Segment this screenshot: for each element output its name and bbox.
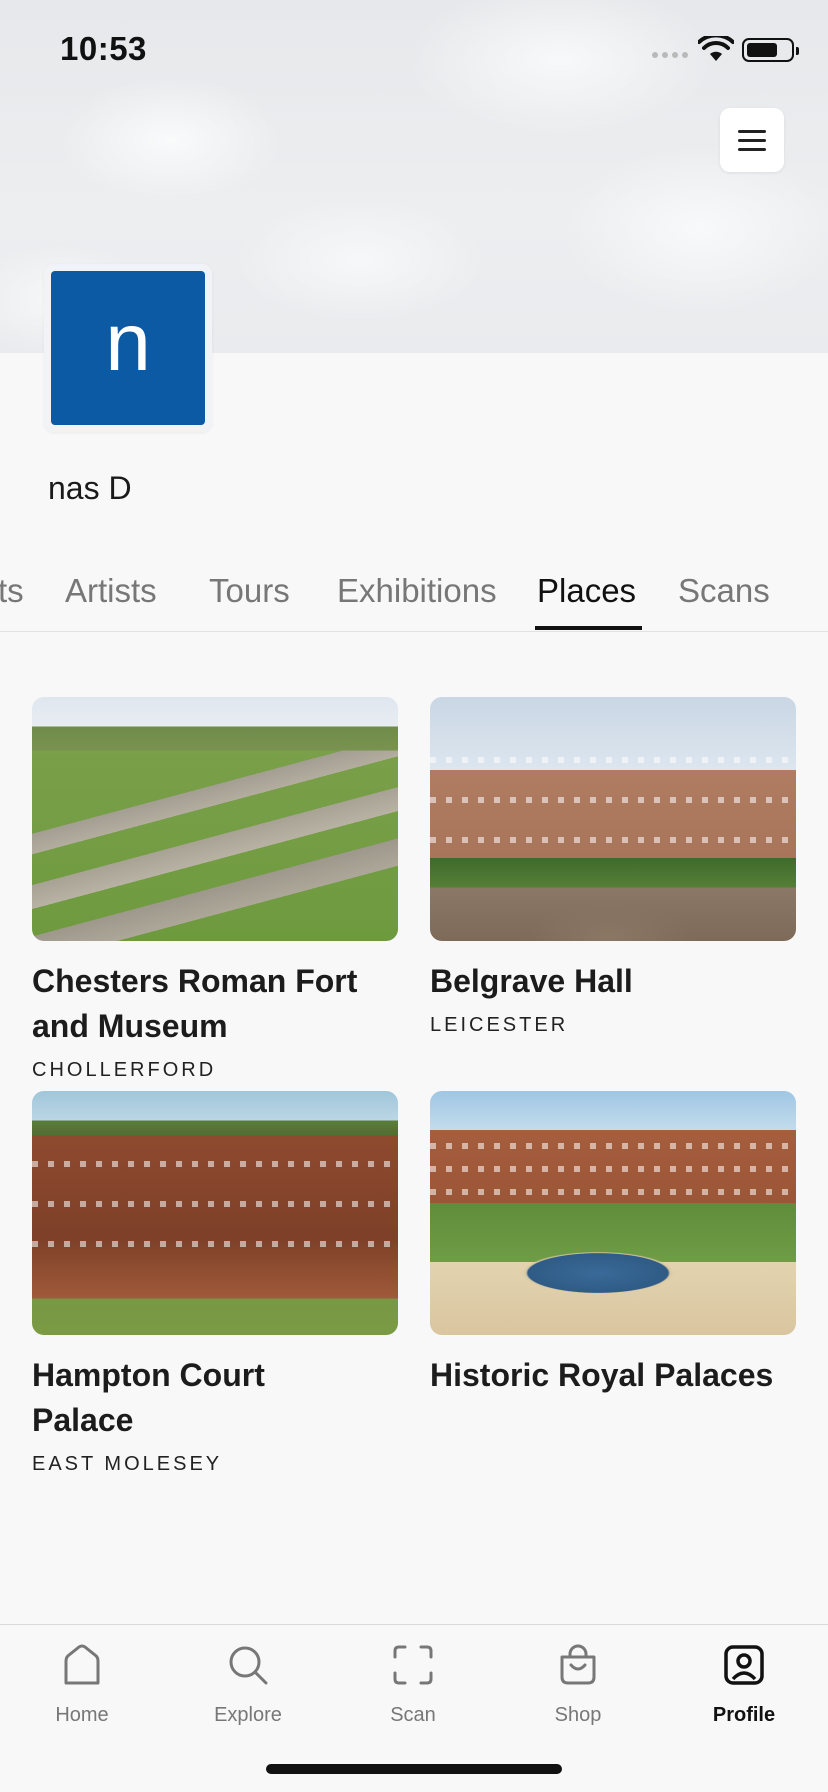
place-location: EAST MOLESEY: [32, 1453, 223, 1475]
nav-profile[interactable]: Profile: [684, 1643, 804, 1727]
status-bar: 10:53: [0, 0, 828, 100]
tab-artists[interactable]: Artists: [65, 572, 157, 610]
tab-exhibitions[interactable]: Exhibitions: [337, 572, 497, 610]
nav-scan[interactable]: Scan: [353, 1643, 473, 1727]
tab-places[interactable]: Places: [537, 572, 636, 610]
place-title: Chesters Roman Fort and Museum: [32, 963, 358, 1044]
nav-shop[interactable]: Shop: [518, 1643, 638, 1727]
wifi-icon: [698, 36, 734, 61]
place-title: Belgrave Hall: [430, 963, 633, 999]
home-icon: [64, 1644, 100, 1685]
status-time: 10:53: [60, 30, 147, 67]
place-photo: [32, 1091, 398, 1335]
nav-explore[interactable]: Explore: [188, 1643, 308, 1727]
avatar-initial: n: [51, 271, 205, 425]
search-icon: [229, 1646, 268, 1685]
scan-icon: [393, 1645, 433, 1685]
nav-home[interactable]: Home: [22, 1643, 142, 1727]
place-location: CHOLLERFORD: [32, 1059, 217, 1081]
avatar: n: [44, 264, 212, 432]
profile-tabs: ts Artists Tours Exhibitions Places Scan…: [0, 560, 828, 632]
cellular-signal-icon: [652, 52, 688, 58]
place-photo: [430, 697, 796, 941]
place-photo: [32, 697, 398, 941]
tab-likes[interactable]: ts: [0, 572, 24, 610]
hamburger-menu-icon: [738, 129, 766, 133]
battery-icon: [742, 38, 799, 62]
tab-tours[interactable]: Tours: [209, 572, 290, 610]
place-card[interactable]: Belgrave Hall LEICESTER: [430, 697, 796, 1037]
active-tab-indicator: [535, 626, 642, 630]
place-title: Historic Royal Palaces: [430, 1357, 774, 1393]
place-card[interactable]: Historic Royal Palaces: [430, 1091, 796, 1398]
place-card[interactable]: Hampton Court Palace EAST MOLESEY: [32, 1091, 398, 1476]
place-title: Hampton Court Palace: [32, 1357, 265, 1438]
place-location: LEICESTER: [430, 1014, 569, 1036]
home-indicator[interactable]: [266, 1764, 562, 1774]
username: nas D: [48, 470, 132, 506]
profile-icon: [724, 1645, 764, 1685]
place-photo: [430, 1091, 796, 1335]
menu-button[interactable]: [720, 108, 784, 172]
place-card[interactable]: Chesters Roman Fort and Museum CHOLLERFO…: [32, 697, 398, 1082]
tab-scans[interactable]: Scans: [678, 572, 770, 610]
shopping-bag-icon: [560, 1644, 596, 1685]
